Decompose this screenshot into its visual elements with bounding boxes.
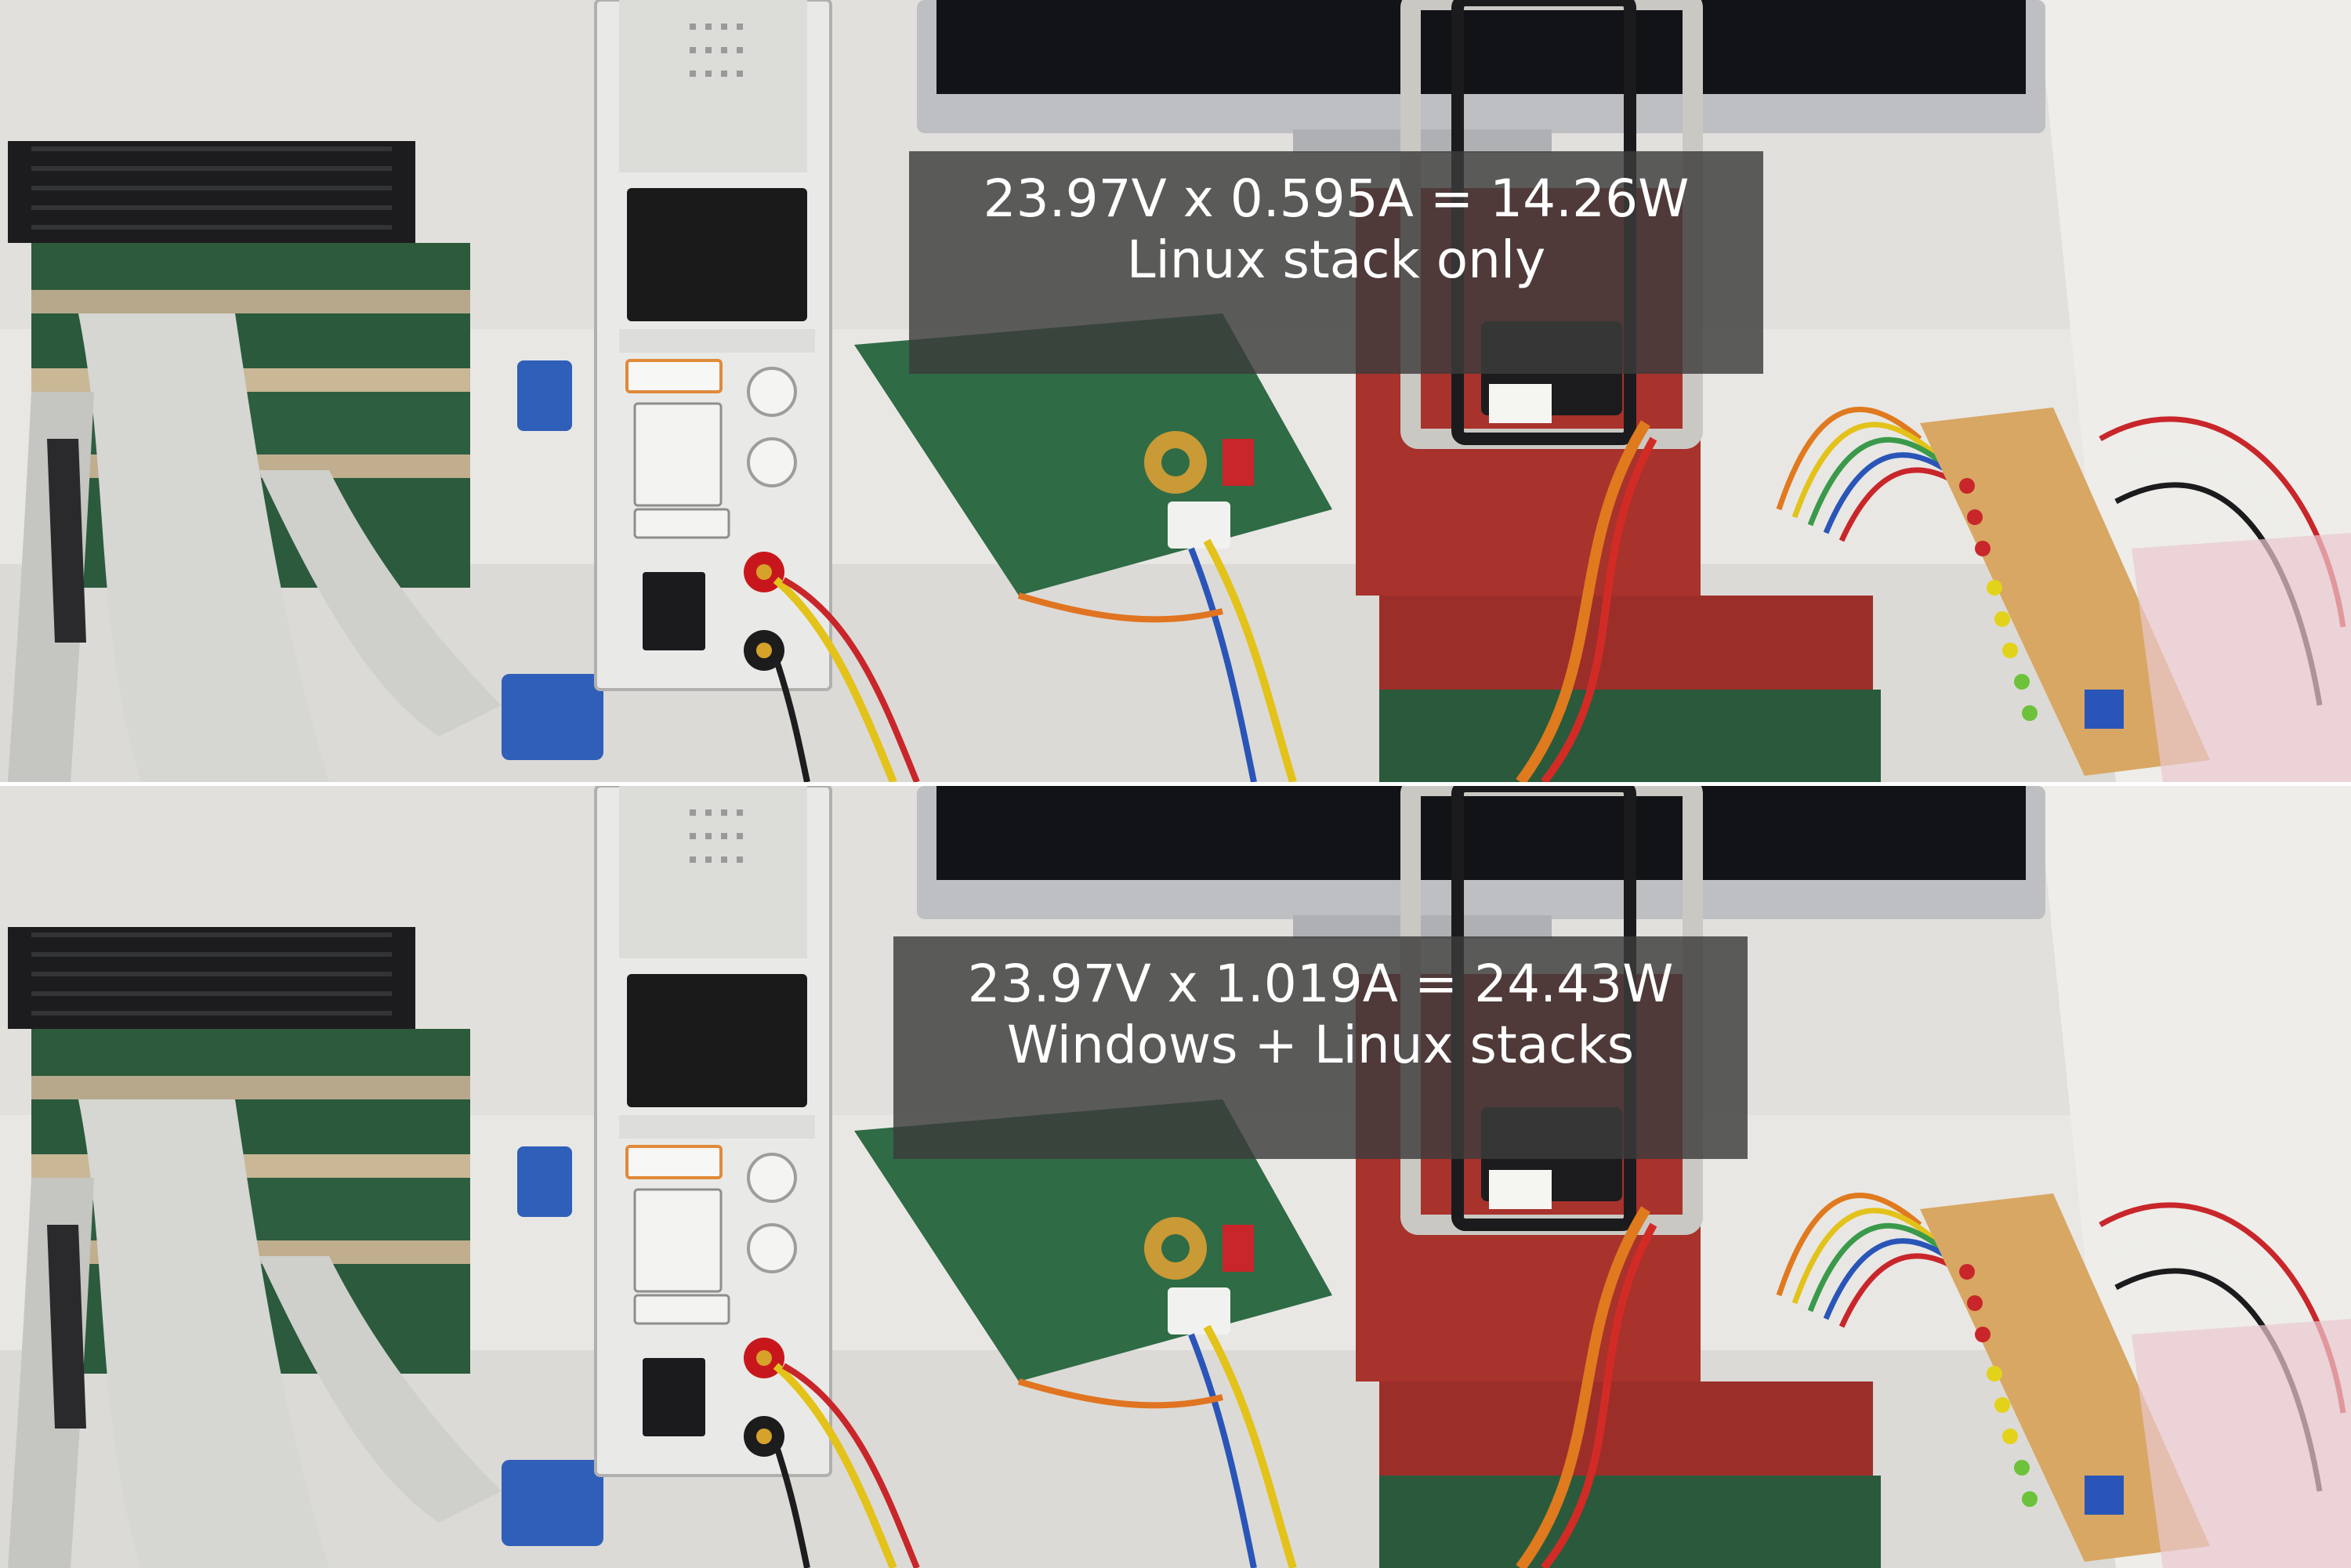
- configuration-label-windows-linux: Windows + Linux stacks: [1006, 1014, 1635, 1075]
- bottom-photo-panel: 23.97V x 1.019A = 24.43W Windows + Linux…: [0, 786, 2351, 1568]
- power-caption-linux: 23.97V x 0.595A = 14.26W Linux stack onl…: [909, 151, 1763, 374]
- power-caption-windows-linux: 23.97V x 1.019A = 24.43W Windows + Linux…: [893, 936, 1748, 1159]
- lab-bench-photo-windows-linux: [0, 786, 2351, 1568]
- power-equation-linux: 23.97V x 0.595A = 14.26W: [983, 168, 1690, 229]
- lab-bench-photo-linux: [0, 0, 2351, 782]
- top-photo-panel: 23.97V x 0.595A = 14.26W Linux stack onl…: [0, 0, 2351, 782]
- power-equation-windows-linux: 23.97V x 1.019A = 24.43W: [967, 954, 1674, 1014]
- configuration-label-linux: Linux stack only: [1126, 229, 1546, 290]
